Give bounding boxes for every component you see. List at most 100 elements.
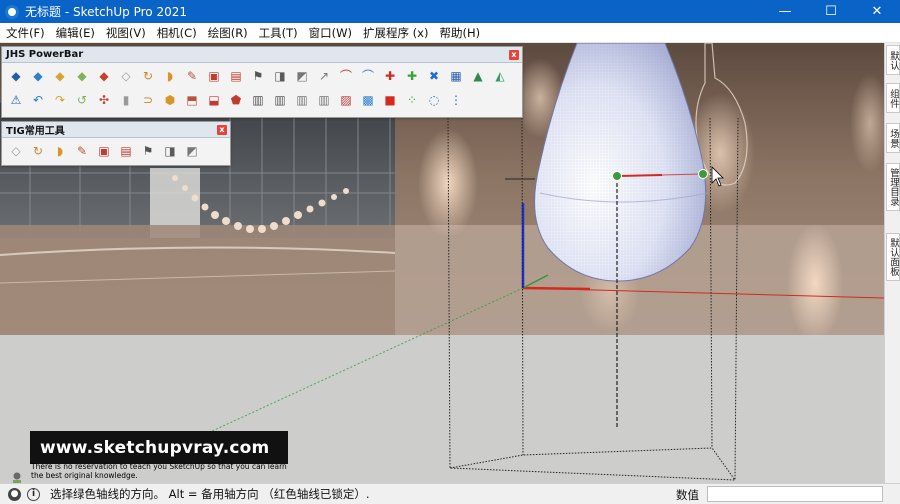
follow-icon[interactable]: ◆ [71, 65, 93, 87]
info-icon[interactable]: i [27, 487, 40, 501]
cross-green-icon[interactable]: ✚ [401, 65, 423, 87]
toolbar-close-button[interactable]: x [217, 124, 227, 135]
minimize-button[interactable]: — [762, 0, 808, 23]
loft-icon[interactable]: ◩ [291, 65, 313, 87]
scatter-icon[interactable]: ⁘ [401, 89, 423, 111]
tig-tool-1-icon[interactable]: ◇ [5, 140, 27, 162]
corner-icon[interactable]: ↗ [313, 65, 335, 87]
menu-edit[interactable]: 编辑(E) [50, 25, 100, 41]
tray-tab-default[interactable]: 默认 [886, 45, 900, 75]
watermark-tagline: There is no reservation to teach you Ske… [31, 462, 287, 480]
hatch-icon[interactable]: ▨ [335, 89, 357, 111]
paint-icon[interactable]: ◆ [93, 65, 115, 87]
toolbar-row: ◆ ◆ ◆ ◆ ◆ ◇ ↻ ◗ ✎ ▣ ▤ ⚑ ◨ ◩ ↗ ⌒ ⌒ ✚ ✚ ✖ ▦ ▲ ◭ [2, 63, 522, 87]
menu-view[interactable]: 视图(V) [100, 25, 151, 41]
menu-window[interactable]: 窗口(W) [303, 25, 357, 41]
ruby-icon[interactable]: ⬟ [225, 89, 247, 111]
toolbar-header[interactable]: JHS PowerBar x [2, 47, 522, 63]
array2-icon[interactable]: ▥ [269, 89, 291, 111]
export-icon[interactable]: ⬒ [181, 89, 203, 111]
grid-dots-icon[interactable]: ⋮ [445, 89, 467, 111]
box-icon[interactable]: ⬓ [203, 89, 225, 111]
toolbar-close-button[interactable]: x [509, 49, 519, 60]
tig-tool-7-icon[interactable]: ⚑ [137, 140, 159, 162]
tig-tool-4-icon[interactable]: ✎ [71, 140, 93, 162]
paint-bucket-icon[interactable]: ◗ [159, 65, 181, 87]
brush-icon[interactable]: ✎ [181, 65, 203, 87]
watermark-banner: www.sketchupvray.com [30, 431, 288, 464]
geo-location-icon[interactable]: ● [8, 487, 21, 501]
array-icon[interactable]: ▥ [247, 89, 269, 111]
frame2-icon[interactable]: ▤ [225, 65, 247, 87]
tig-tool-5-icon[interactable]: ▣ [93, 140, 115, 162]
fill-icon[interactable]: ▩ [357, 89, 379, 111]
twist-icon[interactable]: ↷ [49, 89, 71, 111]
grid-icon[interactable]: ▦ [445, 65, 467, 87]
extrude-icon[interactable]: ◆ [49, 65, 71, 87]
bend-icon[interactable]: ↶ [27, 89, 49, 111]
warning-icon[interactable]: ⚠ [5, 89, 27, 111]
status-bar: ● i 选择绿色轴线的方向。 Alt = 备用轴方向 （红色轴线已锁定）. 数值 [0, 483, 900, 504]
cylinder-icon[interactable]: ▮ [115, 89, 137, 111]
person-scale-figure [13, 472, 21, 483]
cross-red-icon[interactable]: ✚ [379, 65, 401, 87]
tig-tool-9-icon[interactable]: ◩ [181, 140, 203, 162]
tig-tool-6-icon[interactable]: ▤ [115, 140, 137, 162]
sketchup-logo-icon [5, 4, 19, 19]
tray-tab-default-panel[interactable]: 默认面板 [886, 233, 900, 281]
measurements-input[interactable] [707, 486, 883, 502]
curve-icon[interactable]: ⌒ [335, 65, 357, 87]
arc-icon[interactable]: ⌒ [357, 65, 379, 87]
menu-camera[interactable]: 相机(C) [151, 25, 202, 41]
jhs-powerbar-toolbar: JHS PowerBar x ◆ ◆ ◆ ◆ ◆ ◇ ↻ ◗ ✎ ▣ ▤ ⚑ ◨ ◩ ↗ ⌒ ⌒ ✚ ✚ ✖ ▦ ▲ ◭ ⚠… [1, 46, 523, 118]
status-message: 选择绿色轴线的方向。 Alt = 备用轴方向 （红色轴线已锁定）. [50, 487, 370, 501]
value-label: 数值 [676, 488, 699, 502]
tig-tool-2-icon[interactable]: ↻ [27, 140, 49, 162]
frame-icon[interactable]: ▣ [203, 65, 225, 87]
array3-icon[interactable]: ▥ [291, 89, 313, 111]
array4-icon[interactable]: ▥ [313, 89, 335, 111]
sofa-icon[interactable]: ◨ [269, 65, 291, 87]
toolbar-row: ◇ ↻ ◗ ✎ ▣ ▤ ⚑ ◨ ◩ [2, 138, 230, 162]
refresh-icon[interactable]: ↺ [71, 89, 93, 111]
tig-tool-8-icon[interactable]: ◨ [159, 140, 181, 162]
u-turn-icon[interactable]: ⊃ [137, 89, 159, 111]
tray-tab-outliner[interactable]: 管理目录 [886, 163, 900, 211]
close-button[interactable]: ✕ [854, 0, 900, 23]
tig-tool-3-icon[interactable]: ◗ [49, 140, 71, 162]
move-icon[interactable]: ✣ [93, 89, 115, 111]
solid-icon[interactable]: ■ [379, 89, 401, 111]
toolbar-title: JHS PowerBar [6, 49, 84, 60]
tray-tab-components[interactable]: 组件 [886, 83, 900, 113]
title-bar: 无标题 - SketchUp Pro 2021 — ☐ ✕ [0, 0, 900, 23]
inference-point-end[interactable] [698, 169, 708, 179]
inference-point[interactable] [612, 171, 622, 181]
prism-icon[interactable]: ▲ [467, 65, 489, 87]
default-tray: 默认 组件 场景 管理目录 默认面板 [884, 43, 900, 483]
toolbar-title: TIG常用工具 [6, 126, 65, 137]
flask-icon[interactable]: ◭ [489, 65, 511, 87]
menu-extensions[interactable]: 扩展程序 (x) [357, 25, 433, 41]
eraser-icon[interactable]: ◇ [115, 65, 137, 87]
toolbar-row: ⚠ ↶ ↷ ↺ ✣ ▮ ⊃ ⬢ ⬒ ⬓ ⬟ ▥ ▥ ▥ ▥ ▨ ▩ ■ ⁘ ◌ ⋮ [2, 87, 522, 111]
toolbar-header[interactable]: TIG常用工具 x [2, 122, 230, 138]
rotate-icon[interactable]: ↻ [137, 65, 159, 87]
maximize-button[interactable]: ☐ [808, 0, 854, 23]
window-title: 无标题 - SketchUp Pro 2021 [25, 5, 187, 19]
component-icon[interactable]: ⬢ [159, 89, 181, 111]
push-pull-icon[interactable]: ◆ [5, 65, 27, 87]
mall-floor [0, 225, 395, 335]
flag-icon[interactable]: ⚑ [247, 65, 269, 87]
menu-help[interactable]: 帮助(H) [433, 25, 485, 41]
shape-icon[interactable]: ◆ [27, 65, 49, 87]
dots-arc-icon[interactable]: ◌ [423, 89, 445, 111]
menu-bar: 文件(F) 编辑(E) 视图(V) 相机(C) 绘图(R) 工具(T) 窗口(W… [0, 23, 900, 43]
tig-tools-toolbar: TIG常用工具 x ◇ ↻ ◗ ✎ ▣ ▤ ⚑ ◨ ◩ [1, 121, 231, 166]
x-blue-icon[interactable]: ✖ [423, 65, 445, 87]
menu-draw[interactable]: 绘图(R) [202, 25, 253, 41]
sketchup-window: 无标题 - SketchUp Pro 2021 — ☐ ✕ 文件(F) 编辑(E… [0, 0, 900, 504]
tray-tab-scenes[interactable]: 场景 [886, 123, 900, 153]
menu-file[interactable]: 文件(F) [0, 25, 50, 41]
modeling-viewport[interactable]: JHS PowerBar x ◆ ◆ ◆ ◆ ◆ ◇ ↻ ◗ ✎ ▣ ▤ ⚑ ◨ ◩ ↗ ⌒ ⌒ ✚ ✚ ✖ ▦ ▲ ◭ ⚠… [0, 43, 884, 483]
menu-tools[interactable]: 工具(T) [253, 25, 303, 41]
